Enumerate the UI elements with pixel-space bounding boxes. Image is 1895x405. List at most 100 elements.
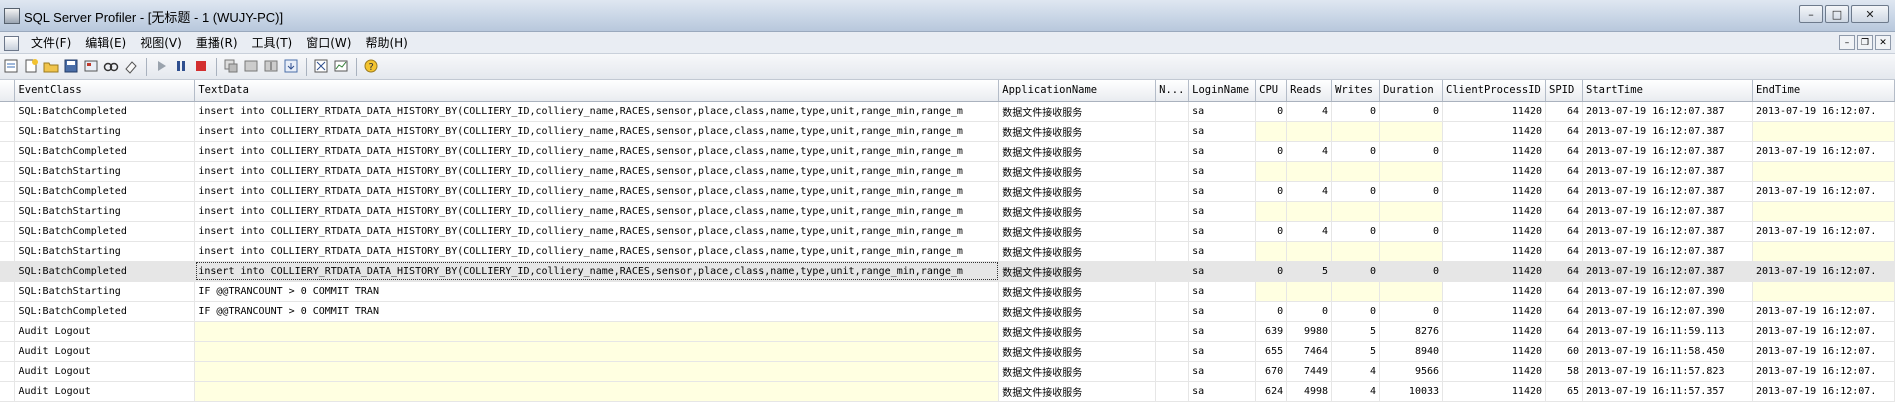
save-icon[interactable] <box>62 58 80 76</box>
column-header[interactable]: ClientProcessID <box>1442 80 1547 102</box>
column-header[interactable]: StartTime <box>1582 80 1753 102</box>
document-icon[interactable] <box>4 36 19 51</box>
table-cell: insert into COLLIERY_RTDATA_DATA_HISTORY… <box>194 121 1000 142</box>
main-menu: 文件(F) 编辑(E) 视图(V) 重播(R) 工具(T) 窗口(W) 帮助(H) <box>24 32 415 54</box>
table-cell: insert into COLLIERY_RTDATA_DATA_HISTORY… <box>194 201 1000 222</box>
column-header[interactable]: CPU <box>1255 80 1288 102</box>
new-trace-icon[interactable] <box>2 58 20 76</box>
document-close-button[interactable]: ✕ <box>1875 35 1891 50</box>
play-icon[interactable] <box>152 58 170 76</box>
table-cell: 5 <box>1331 321 1381 342</box>
table-row[interactable]: SQL:BatchCompleted insert into COLLIERY_R… <box>0 221 1895 242</box>
row-gutter[interactable] <box>0 141 16 162</box>
table-cell: SQL:BatchStarting <box>14 241 196 262</box>
table-row[interactable]: SQL:BatchCompleted insert into COLLIERY_R… <box>0 141 1895 162</box>
document-restore-button[interactable]: ❐ <box>1857 35 1873 50</box>
row-gutter[interactable] <box>0 341 16 362</box>
table-row[interactable]: Audit Logout 数据文件接收服务 sa 670 7449 4 9566 11420 5… <box>0 361 1895 382</box>
document-minimize-button[interactable]: – <box>1839 35 1855 50</box>
table-cell <box>1331 281 1381 302</box>
help-icon[interactable]: ? <box>362 58 380 76</box>
row-gutter[interactable] <box>0 101 16 122</box>
row-gutter[interactable] <box>0 361 16 382</box>
table-row[interactable]: SQL:BatchCompleted insert into COLLIERY_R… <box>0 261 1895 282</box>
row-gutter[interactable] <box>0 281 16 302</box>
column-header[interactable]: Reads <box>1286 80 1333 102</box>
table-row[interactable]: SQL:BatchStarting IF @@TRANCOUNT > 0 COMM… <box>0 281 1895 302</box>
row-gutter[interactable] <box>0 201 16 222</box>
table-cell: 64 <box>1545 181 1583 202</box>
table-cell: 5 <box>1331 341 1381 362</box>
autoscroll-icon[interactable] <box>282 58 300 76</box>
table-cell: 数据文件接收服务 <box>998 381 1157 402</box>
menu-item[interactable]: 窗口(W) <box>299 32 358 54</box>
row-gutter[interactable] <box>0 221 16 242</box>
menu-item[interactable]: 重播(R) <box>189 32 245 54</box>
table-cell: 11420 <box>1442 221 1547 242</box>
open-folder-icon[interactable] <box>42 58 60 76</box>
column-header[interactable]: SPID <box>1545 80 1583 102</box>
table-cell <box>1379 121 1444 142</box>
template-properties-icon[interactable] <box>222 58 240 76</box>
find-icon[interactable] <box>102 58 120 76</box>
menu-item[interactable]: 文件(F) <box>24 32 78 54</box>
table-cell <box>1155 101 1190 122</box>
table-row[interactable]: SQL:BatchStarting insert into COLLIERY_RT… <box>0 201 1895 222</box>
row-gutter[interactable] <box>0 181 16 202</box>
column-header[interactable]: Writes <box>1331 80 1381 102</box>
table-row[interactable]: SQL:BatchStarting insert into COLLIERY_RT… <box>0 241 1895 262</box>
performance-icon[interactable] <box>332 58 350 76</box>
table-cell: 4 <box>1331 361 1381 382</box>
table-row[interactable]: SQL:BatchStarting insert into COLLIERY_RT… <box>0 121 1895 142</box>
table-row[interactable]: SQL:BatchCompleted IF @@TRANCOUNT > 0 COM… <box>0 301 1895 322</box>
column-header[interactable]: LoginName <box>1188 80 1257 102</box>
column-header[interactable]: EndTime <box>1752 80 1895 102</box>
row-gutter[interactable] <box>0 321 16 342</box>
eraser-icon[interactable] <box>122 58 140 76</box>
new-template-icon[interactable] <box>22 58 40 76</box>
table-cell: 624 <box>1255 381 1288 402</box>
table-cell: 11420 <box>1442 141 1547 162</box>
table-cell <box>1155 341 1190 362</box>
menu-item[interactable]: 编辑(E) <box>78 32 133 54</box>
table-row[interactable]: SQL:BatchCompleted insert into COLLIERY_R… <box>0 101 1895 122</box>
column-header[interactable]: N... <box>1155 80 1190 102</box>
maximize-button[interactable]: □ <box>1825 5 1849 23</box>
table-cell <box>1331 161 1381 182</box>
column-header[interactable]: Duration <box>1379 80 1444 102</box>
menu-item[interactable]: 帮助(H) <box>358 32 414 54</box>
trace-grid[interactable]: EventClass TextData ApplicationName N... Log… <box>0 80 1895 405</box>
column-header[interactable]: EventClass <box>14 80 196 102</box>
pause-icon[interactable] <box>172 58 190 76</box>
stop-icon[interactable] <box>192 58 210 76</box>
menu-item[interactable]: 视图(V) <box>133 32 189 54</box>
table-row[interactable]: SQL:BatchCompleted insert into COLLIERY_R… <box>0 181 1895 202</box>
column-header[interactable]: ApplicationName <box>998 80 1157 102</box>
trace-table: EventClass TextData ApplicationName N... Log… <box>0 80 1895 402</box>
row-gutter[interactable] <box>0 301 16 322</box>
table-cell: 64 <box>1545 281 1583 302</box>
minimize-button[interactable]: – <box>1799 5 1823 23</box>
properties-icon[interactable] <box>82 58 100 76</box>
table-cell: SQL:BatchStarting <box>14 121 196 142</box>
table-row[interactable]: Audit Logout 数据文件接收服务 sa 624 4998 4 10033 11420… <box>0 381 1895 402</box>
table-cell: 4 <box>1286 141 1333 162</box>
close-button[interactable]: ✕ <box>1851 5 1889 23</box>
table-row[interactable]: Audit Logout 数据文件接收服务 sa 639 9980 5 8276 11420 6… <box>0 321 1895 342</box>
row-gutter[interactable] <box>0 121 16 142</box>
profiler-app-icon[interactable] <box>4 8 20 24</box>
text-icon[interactable] <box>262 58 280 76</box>
table-row[interactable]: SQL:BatchStarting insert into COLLIERY_RT… <box>0 161 1895 182</box>
summary-icon[interactable] <box>312 58 330 76</box>
table-row[interactable]: Audit Logout 数据文件接收服务 sa 655 7464 5 8940 11420 6… <box>0 341 1895 362</box>
row-gutter[interactable] <box>0 241 16 262</box>
menu-item[interactable]: 工具(T) <box>245 32 300 54</box>
row-gutter-header <box>0 80 16 102</box>
table-cell: 11420 <box>1442 341 1547 362</box>
row-gutter[interactable] <box>0 161 16 182</box>
row-gutter[interactable] <box>0 261 16 282</box>
table-cell: Audit Logout <box>14 381 196 402</box>
extract-icon[interactable] <box>242 58 260 76</box>
column-header[interactable]: TextData <box>194 80 1000 102</box>
row-gutter[interactable] <box>0 381 16 402</box>
